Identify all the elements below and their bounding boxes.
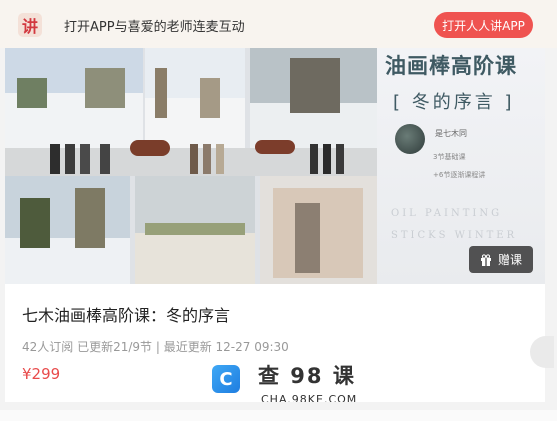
- teacher-info-line: +6节逐渐课程讲: [433, 171, 486, 179]
- watermark-logo-glyph: C: [219, 368, 233, 390]
- course-meta: 42人订阅 已更新21/9节 | 最近更新 12-27 09:30: [22, 340, 289, 354]
- cover-english-subtitle: STICKS WINTER: [391, 230, 518, 241]
- watermark-text: 查 98 课: [258, 364, 356, 388]
- course-card[interactable]: 油画棒高阶课 [ 冬的序言 ] 是七木同 3节基础课 +6节逐渐课程讲 OIL …: [5, 48, 545, 402]
- course-cover[interactable]: 油画棒高阶课 [ 冬的序言 ] 是七木同 3节基础课 +6节逐渐课程讲 OIL …: [5, 48, 545, 284]
- open-app-button[interactable]: 打开人人讲APP: [434, 12, 533, 38]
- cover-title: 油画棒高阶课: [385, 54, 517, 78]
- course-price: ¥299: [22, 365, 61, 383]
- cover-subtitle: [ 冬的序言 ]: [393, 92, 515, 113]
- bottom-divider: [0, 410, 557, 421]
- gift-course-label: 赠课: [497, 253, 522, 267]
- course-title[interactable]: 七木油画棒高阶课：冬的序言: [22, 302, 230, 326]
- floating-side-button[interactable]: [530, 336, 554, 368]
- page: 讲 打开APP与喜爱的老师连麦互动 打开人人讲APP 油画棒高阶课 [冬的序言…: [0, 0, 557, 421]
- cover-artwork: [5, 48, 377, 284]
- gift-course-button[interactable]: 赠课: [469, 246, 533, 273]
- teacher-info-line: 3节基础课: [433, 153, 466, 161]
- app-download-banner: 讲 打开APP与喜爱的老师连麦互动 打开人人讲APP: [0, 0, 557, 48]
- watermark-logo-icon: C: [212, 365, 240, 393]
- banner-message: 打开APP与喜爱的老师连麦互动: [64, 20, 245, 35]
- watermark-url: CHA.98KE.COM: [261, 393, 358, 402]
- teacher-avatar: [395, 124, 425, 154]
- app-logo: 讲: [18, 13, 42, 37]
- cover-english-title: OIL PAINTING: [391, 208, 503, 219]
- gift-icon: [480, 253, 491, 266]
- app-logo-text: 讲: [21, 17, 38, 36]
- teacher-name: 是七木同: [435, 129, 467, 138]
